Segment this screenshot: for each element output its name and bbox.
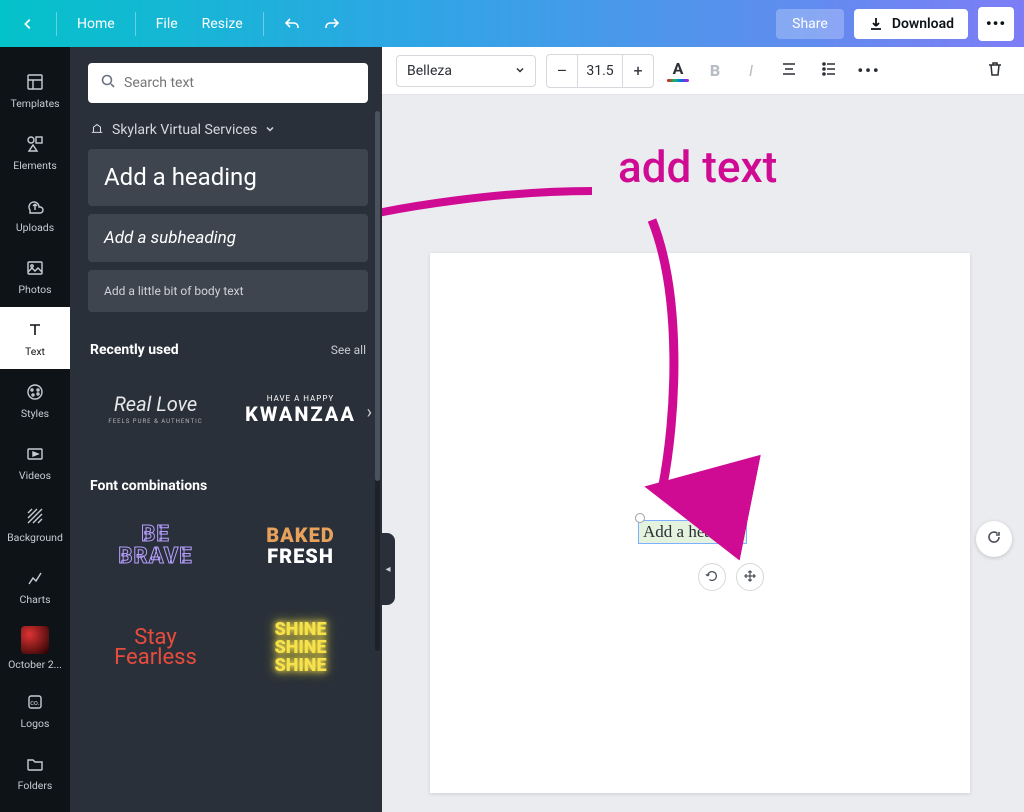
- nav-styles[interactable]: Styles: [0, 369, 70, 431]
- nav-templates[interactable]: Templates: [0, 59, 70, 121]
- text-panel: Skylark Virtual Services Add a heading A…: [70, 47, 382, 812]
- side-nav: Templates Elements Uploads Photos Text S…: [0, 47, 70, 812]
- rotate-handle[interactable]: [698, 563, 726, 591]
- resize-menu[interactable]: Resize: [192, 10, 253, 38]
- search-input[interactable]: [124, 75, 356, 91]
- uploads-icon: [24, 195, 46, 217]
- logos-icon: co.: [24, 691, 46, 713]
- add-body-text-button[interactable]: Add a little bit of body text: [88, 270, 368, 312]
- nav-text[interactable]: Text: [0, 307, 70, 369]
- nav-uploads[interactable]: Uploads: [0, 183, 70, 245]
- sync-button[interactable]: [976, 521, 1012, 557]
- text-template-be-brave[interactable]: BE BRAVE: [88, 500, 223, 592]
- italic-button[interactable]: I: [738, 55, 764, 87]
- text-toolbar: Belleza – 31.5 + A B I •••: [382, 47, 1024, 95]
- annotation-arrow-1: [382, 181, 602, 241]
- videos-icon: [24, 443, 46, 465]
- ellipsis-icon: •••: [986, 14, 1006, 33]
- design-thumbnail: [21, 626, 49, 654]
- nav-videos[interactable]: Videos: [0, 431, 70, 493]
- styles-icon: [24, 381, 46, 403]
- folders-icon: [24, 753, 46, 775]
- chevron-left-icon: [20, 16, 36, 32]
- photos-icon: [24, 257, 46, 279]
- text-template-kwanzaa[interactable]: HAVE A HAPPY KWANZAA: [233, 364, 368, 456]
- text-template-shine[interactable]: SHINE SHINE SHINE: [233, 602, 368, 694]
- alignment-button[interactable]: [774, 55, 804, 87]
- move-handle[interactable]: [736, 563, 764, 591]
- canvas-area: ◂ Belleza – 31.5 + A B I: [382, 47, 1024, 812]
- redo-button[interactable]: [314, 10, 350, 38]
- download-button[interactable]: Download: [854, 9, 968, 39]
- chevron-down-icon: [265, 122, 275, 138]
- text-template-baked-fresh[interactable]: BAKED FRESH: [233, 500, 368, 592]
- nav-photos[interactable]: Photos: [0, 245, 70, 307]
- refresh-icon: [986, 529, 1002, 549]
- nav-recent-design[interactable]: October 2...: [0, 617, 70, 679]
- text-template-real-love[interactable]: Real Love FEELS PURE & AUTHENTIC: [88, 364, 223, 456]
- search-text-field[interactable]: [88, 63, 368, 103]
- nav-folders[interactable]: Folders: [0, 741, 70, 803]
- brand-kit-dropdown[interactable]: Skylark Virtual Services: [90, 121, 368, 139]
- redo-icon: [324, 16, 340, 32]
- text-color-icon: A: [673, 59, 684, 78]
- back-button[interactable]: [10, 10, 46, 38]
- move-icon: [743, 568, 757, 587]
- design-page[interactable]: Add a heading: [430, 253, 970, 793]
- search-icon: [100, 73, 116, 93]
- undo-button[interactable]: [274, 10, 310, 38]
- nav-background[interactable]: Background: [0, 493, 70, 555]
- align-icon: [780, 60, 798, 82]
- undo-icon: [284, 16, 300, 32]
- font-family-select[interactable]: Belleza: [396, 55, 536, 87]
- recently-used-heading: Recently used: [90, 342, 179, 358]
- text-color-button[interactable]: A: [664, 55, 692, 87]
- toolbar-more-button[interactable]: •••: [854, 55, 884, 87]
- nav-charts[interactable]: Charts: [0, 555, 70, 617]
- canvas-stage[interactable]: Add a heading add text: [382, 95, 1024, 812]
- list-button[interactable]: [814, 55, 844, 87]
- elements-icon: [24, 133, 46, 155]
- annotation-label: add text: [618, 141, 777, 193]
- list-icon: [820, 60, 838, 82]
- text-icon: [24, 319, 46, 341]
- templates-icon: [24, 71, 46, 93]
- rotate-icon: [705, 568, 719, 587]
- add-heading-button[interactable]: Add a heading: [88, 149, 368, 206]
- panel-scrollbar[interactable]: [375, 111, 380, 651]
- text-template-stay-fearless[interactable]: Stay Fearless: [88, 602, 223, 694]
- svg-text:co.: co.: [30, 699, 40, 707]
- download-icon: [868, 16, 884, 32]
- font-size-stepper: – 31.5 +: [546, 54, 654, 88]
- trash-icon: [986, 60, 1004, 82]
- nav-elements[interactable]: Elements: [0, 121, 70, 183]
- home-button[interactable]: Home: [67, 10, 125, 38]
- selected-text-element[interactable]: Add a heading: [638, 520, 747, 544]
- font-size-increase[interactable]: +: [623, 55, 653, 87]
- add-subheading-button[interactable]: Add a subheading: [88, 214, 368, 262]
- more-button[interactable]: •••: [978, 7, 1014, 41]
- background-icon: [24, 505, 46, 527]
- ellipsis-icon: •••: [857, 61, 880, 80]
- chevron-down-icon: [515, 63, 525, 79]
- see-all-link[interactable]: See all: [331, 343, 366, 357]
- font-size-value[interactable]: 31.5: [577, 55, 623, 87]
- bold-button[interactable]: B: [702, 55, 728, 87]
- share-button[interactable]: Share: [776, 9, 844, 39]
- charts-icon: [24, 567, 46, 589]
- delete-button[interactable]: [980, 55, 1010, 87]
- font-size-decrease[interactable]: –: [547, 55, 577, 87]
- top-bar: Home File Resize Share Download •••: [0, 0, 1024, 47]
- nav-logos[interactable]: co. Logos: [0, 679, 70, 741]
- brand-icon: [90, 121, 104, 139]
- file-menu[interactable]: File: [146, 10, 188, 38]
- font-combinations-heading: Font combinations: [90, 478, 207, 494]
